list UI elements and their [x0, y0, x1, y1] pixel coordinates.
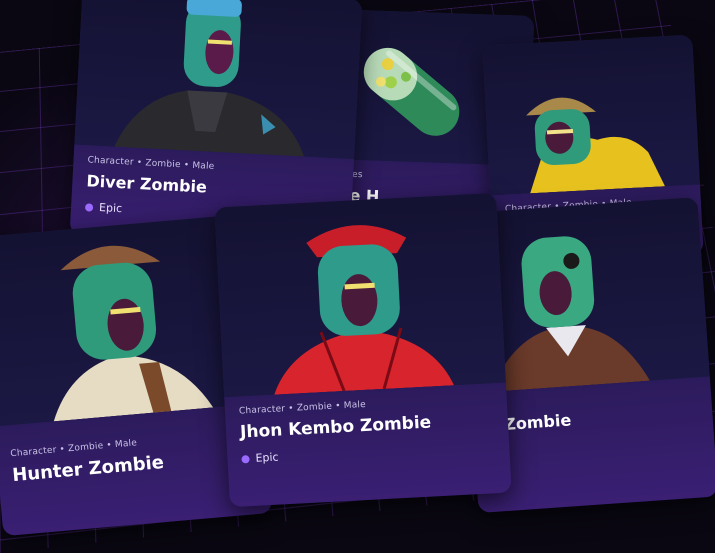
card-name: J. Zombie [486, 410, 572, 436]
rarity-dot-icon [241, 454, 250, 464]
raincoat-zombie-art [526, 97, 665, 194]
rarity-label: Epic [255, 450, 279, 465]
rarity-label: Epic [98, 201, 123, 216]
rarity-badge: Epic [241, 439, 495, 465]
jhon-kembo-zombie-art [274, 225, 454, 395]
rarity-dot-icon [84, 202, 94, 212]
diver-zombie-art [114, 0, 305, 157]
card-art [482, 34, 700, 196]
card-jhon-kembo-zombie[interactable]: ☆ Character • Zombie • Male Jhon Kembo Z… [214, 192, 512, 508]
card-art [214, 192, 506, 398]
rarity-badge: non [488, 434, 700, 462]
card-art [74, 0, 363, 160]
